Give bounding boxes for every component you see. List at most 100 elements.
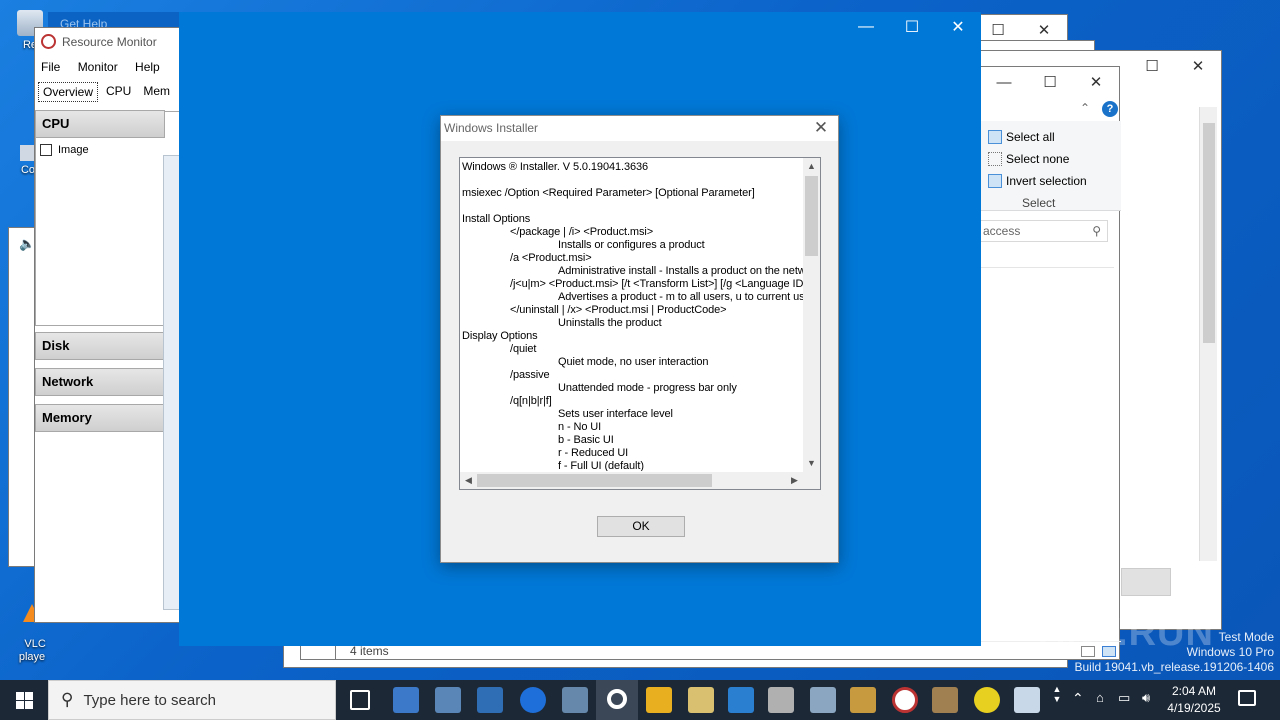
taskbar-app-icon[interactable] <box>688 687 714 713</box>
window-button[interactable] <box>1121 568 1171 596</box>
usage-text-line: </package | /i> <Product.msi> <box>510 226 654 238</box>
minimize-icon[interactable]: — <box>981 67 1027 97</box>
select-none-icon <box>988 152 1002 166</box>
scrollbar-thumb[interactable] <box>805 176 818 256</box>
scroll-right-icon[interactable]: ▶ <box>786 472 803 489</box>
tab-cpu[interactable]: CPU <box>102 82 135 102</box>
usage-text-box[interactable]: Windows ® Installer. V 5.0.19041.3636 msi… <box>459 157 821 490</box>
section-cpu[interactable]: CPU <box>35 110 165 138</box>
usage-text-line: n - No UI <box>558 421 602 433</box>
section-memory[interactable]: Memory <box>35 404 165 432</box>
section-network[interactable]: Network <box>35 368 165 396</box>
taskbar-app-icon[interactable] <box>974 687 1000 713</box>
close-icon[interactable]: ✕ <box>1175 51 1221 81</box>
taskbar-app-icon[interactable] <box>850 687 876 713</box>
task-view-icon[interactable] <box>350 690 370 710</box>
search-placeholder: access <box>983 224 1021 238</box>
usage-text-line: Uninstalls the product <box>558 317 662 329</box>
close-icon[interactable]: ✕ <box>935 12 981 42</box>
usage-text-line: Sets user interface level <box>558 408 673 420</box>
clock-time: 2:04 AM <box>1171 684 1217 698</box>
scrollbar-thumb[interactable] <box>1203 123 1215 343</box>
key-icon[interactable] <box>646 687 672 713</box>
search-input[interactable]: access ⚲ <box>976 220 1108 242</box>
clock-date: 4/19/2025 <box>1167 701 1221 715</box>
select-none-button[interactable]: Select none <box>988 149 1069 169</box>
window-controls: ☐ ✕ <box>1129 51 1221 81</box>
image-column-header: Image <box>58 144 89 156</box>
usage-text-line <box>462 174 804 187</box>
scroll-down-icon[interactable]: ▼ <box>803 455 820 472</box>
scroll-left-icon[interactable]: ◀ <box>460 472 477 489</box>
invert-selection-label: Invert selection <box>1006 174 1087 188</box>
watermark-edition: Windows 10 Pro <box>1186 645 1274 659</box>
close-icon[interactable]: ✕ <box>810 118 832 138</box>
scroll-up-icon[interactable]: ▲ <box>803 158 820 175</box>
tab-memory[interactable]: Mem <box>139 82 174 102</box>
dialog-titlebar: Windows Installer ✕ <box>441 116 838 141</box>
maximize-icon[interactable]: ☐ <box>1027 67 1073 97</box>
usage-text-line: Advertises a product - m to all users, u… <box>558 291 804 303</box>
usage-text-line <box>462 200 804 213</box>
taskbar-app-icon[interactable] <box>562 687 588 713</box>
menu-help[interactable]: Help <box>135 60 160 74</box>
taskbar-scroll-icon[interactable]: ▲ ▼ <box>1050 684 1064 716</box>
resource-monitor-tabs: Overview CPU Mem <box>38 82 174 102</box>
resource-monitor-icon <box>41 34 56 49</box>
start-button[interactable] <box>0 680 48 720</box>
taskbar-app-icon[interactable] <box>768 687 794 713</box>
resource-monitor-title: Resource Monitor <box>62 34 157 49</box>
taskbar-app-icon[interactable] <box>1014 687 1040 713</box>
usage-text-line: r - Reduced UI <box>558 447 629 459</box>
menu-bar: File Monitor Help <box>41 60 174 74</box>
vertical-scrollbar[interactable] <box>1199 107 1217 561</box>
close-icon[interactable]: ✕ <box>1073 67 1119 97</box>
taskbar-app-icon[interactable] <box>435 687 461 713</box>
ribbon-collapse-icon[interactable]: ⌃ <box>1080 101 1090 115</box>
maximize-icon[interactable]: ☐ <box>1129 51 1175 81</box>
taskbar-app-icon[interactable] <box>393 687 419 713</box>
clock[interactable]: 2:04 AM 4/19/2025 <box>1166 683 1222 717</box>
taskbar-app-icon[interactable] <box>810 687 836 713</box>
action-center-icon[interactable] <box>1238 690 1256 706</box>
watermark-test-mode: Test Mode <box>1218 630 1274 644</box>
invert-selection-button[interactable]: Invert selection <box>988 171 1087 191</box>
cpu-image-column: Image <box>40 144 89 156</box>
maximize-icon[interactable]: ☐ <box>889 12 935 42</box>
usage-text: Windows ® Installer. V 5.0.19041.3636 msi… <box>462 161 804 471</box>
watermark-build: Build 19041.vb_release.191206-1406 <box>1074 660 1275 674</box>
resource-monitor-taskbar-icon[interactable] <box>892 687 918 713</box>
usage-text-line: Installs or configures a product <box>558 239 705 251</box>
menu-monitor[interactable]: Monitor <box>78 60 118 74</box>
volume-icon[interactable]: 🔊︎ <box>1142 690 1150 706</box>
usage-text-line: /a <Product.msi> <box>510 252 592 264</box>
taskbar-active-app[interactable] <box>596 680 638 720</box>
minimize-icon[interactable]: — <box>843 12 889 42</box>
bluetooth-icon[interactable] <box>520 687 546 713</box>
image-checkbox[interactable] <box>40 144 52 156</box>
ok-button[interactable]: OK <box>597 516 685 537</box>
scroll-corner <box>803 472 820 489</box>
menu-file[interactable]: File <box>41 60 60 74</box>
search-icon: ⚲ <box>61 690 74 709</box>
taskbar-search[interactable]: ⚲ Type here to search <box>48 680 336 720</box>
vertical-scrollbar[interactable]: ▲ ▼ <box>803 158 820 472</box>
section-disk[interactable]: Disk <box>35 332 165 360</box>
usage-text-line: f - Full UI (default) <box>558 460 644 471</box>
tab-overview[interactable]: Overview <box>38 82 99 102</box>
usage-text-line: Install Options <box>462 213 531 225</box>
desktop-icon-label: Co <box>20 164 36 176</box>
taskbar-app-icon[interactable] <box>728 687 754 713</box>
horizontal-scrollbar[interactable]: ◀ ▶ <box>460 472 803 489</box>
scrollbar-thumb[interactable] <box>477 474 712 487</box>
taskbar-app-icon[interactable] <box>477 687 503 713</box>
usage-text-line: Administrative install - Installs a prod… <box>558 265 804 277</box>
dialog-title: Windows Installer <box>444 121 539 135</box>
show-hidden-icons[interactable]: ⌃ <box>1072 690 1084 707</box>
network-icon[interactable]: ⌂ <box>1096 690 1104 705</box>
select-all-button[interactable]: Select all <box>988 127 1055 147</box>
display-icon[interactable]: ▭ <box>1118 690 1130 706</box>
taskbar-app-icon[interactable] <box>932 687 958 713</box>
usage-text-line: b - Basic UI <box>558 434 614 446</box>
help-icon[interactable]: ? <box>1102 101 1118 117</box>
